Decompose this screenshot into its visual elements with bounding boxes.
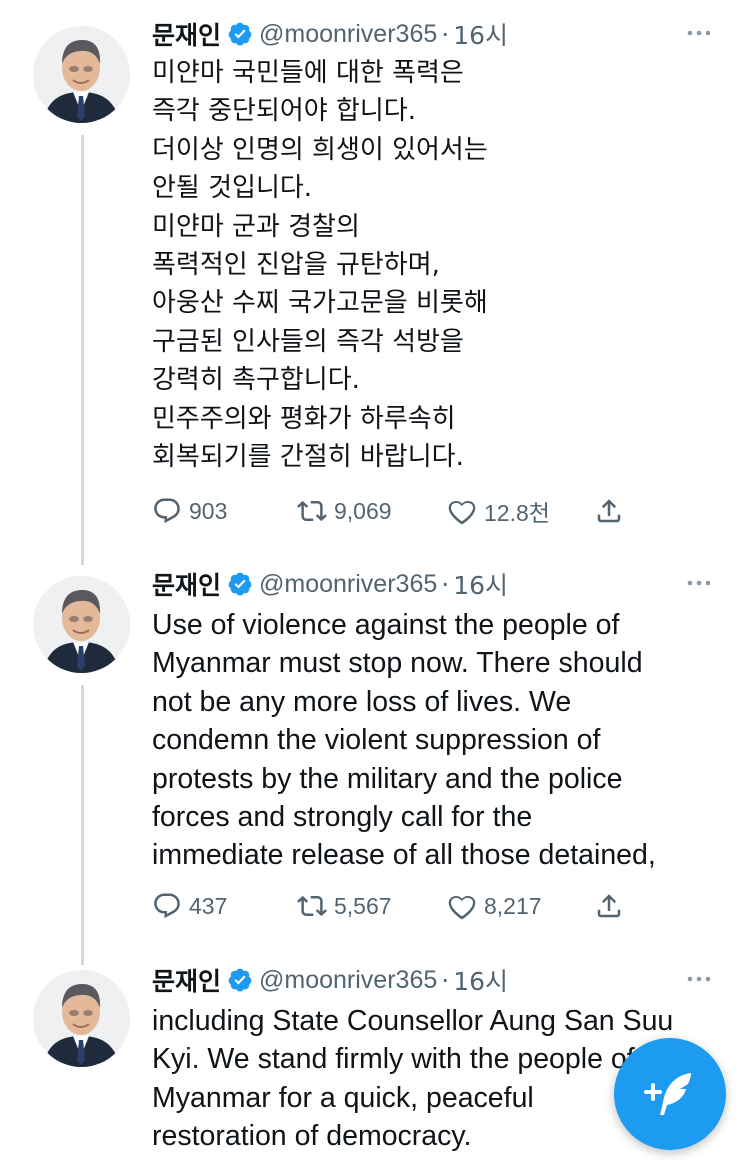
reply-icon (154, 893, 180, 919)
avatar[interactable] (33, 970, 130, 1067)
author-handle[interactable]: @moonriver365 (259, 570, 437, 599)
verified-badge-icon (228, 968, 252, 992)
tweet-actions: 903 9,069 12.8천 (152, 491, 632, 531)
more-options-icon[interactable] (684, 18, 714, 48)
separator-dot: · (441, 569, 450, 599)
compose-tweet-button[interactable] (614, 1038, 726, 1150)
separator-dot: · (441, 965, 450, 995)
tweet-text-line: Use of violence against the people of (152, 609, 620, 641)
tweet-text-line: Myanmar must stop now. There should (152, 647, 643, 680)
reply-count: 903 (189, 497, 228, 524)
tweet-text: including State Counsellor Aung San Suu … (152, 1002, 673, 1156)
tweet-header: 문재인 @moonriver365 · 16시 (152, 14, 508, 54)
tweet-text-line: 더이상 인명의 희생이 있어서는 (152, 134, 488, 165)
tweet-text-line: Kyi. We stand firmly with the people of (152, 1043, 635, 1076)
tweet-text-line: 폭력적인 진압을 규탄하며, (152, 250, 440, 281)
tweet-text-line: immediate release of all those detained, (152, 839, 656, 872)
avatar[interactable] (33, 26, 130, 123)
tweet[interactable]: 문재인 @moonriver365 · 16시 미얀마 국민들에 대한 폭력은 … (0, 14, 750, 534)
verified-badge-icon (228, 572, 252, 596)
tweet-text-line: 아웅산 수찌 국가고문을 비롯해 (152, 288, 488, 319)
tweet-text-line: 안될 것입니다. (152, 173, 313, 204)
heart-icon (448, 895, 476, 920)
share-icon (597, 894, 621, 918)
tweet-text: Use of violence against the people of My… (152, 606, 656, 875)
timestamp[interactable]: 16시 (453, 16, 508, 52)
tweet-text-line: 즉각 중단되어야 합니다. (152, 96, 416, 127)
like-button[interactable]: 12.8천 (447, 491, 550, 531)
tweet-text-line: restoration of democracy. (152, 1120, 472, 1153)
tweet-text-line: 강력히 촉구합니다. (152, 365, 360, 396)
retweet-count: 9,069 (334, 497, 392, 524)
timestamp[interactable]: 16시 (453, 962, 508, 998)
share-icon (597, 499, 621, 523)
author-name[interactable]: 문재인 (152, 566, 221, 602)
author-name[interactable]: 문재인 (152, 962, 221, 998)
tweet-text-line: 회복되기를 간절히 바랍니다. (152, 442, 464, 473)
tweet-header: 문재인 @moonriver365 · 16시 (152, 960, 508, 1000)
share-button[interactable] (594, 886, 624, 926)
tweet-header: 문재인 @moonriver365 · 16시 (152, 564, 508, 604)
separator-dot: · (441, 19, 450, 49)
tweet-text-line: including State Counsellor Aung San Suu (152, 1005, 674, 1037)
author-handle[interactable]: @moonriver365 (259, 20, 437, 49)
verified-badge-icon (228, 22, 252, 46)
more-options-icon[interactable] (684, 568, 714, 598)
like-count: 12.8천 (484, 500, 550, 526)
retweet-button[interactable]: 5,567 (297, 886, 392, 926)
reply-count: 437 (189, 892, 228, 919)
more-options-icon[interactable] (684, 964, 714, 994)
tweet-text-line: condemn the violent suppression of (152, 724, 601, 757)
tweet-text-line: not be any more loss of lives. We (152, 685, 572, 718)
like-count: 8,217 (484, 892, 542, 919)
retweet-button[interactable]: 9,069 (297, 491, 392, 531)
tweet-text-line: protests by the military and the police (152, 762, 623, 795)
tweet-text-line: 민주주의와 평화가 하루속히 (152, 403, 456, 434)
avatar[interactable] (33, 576, 130, 673)
tweet-text-line: forces and strongly call for the (152, 801, 533, 834)
reply-button[interactable]: 903 (152, 491, 227, 531)
tweet-text-line: 구금된 인사들의 즉각 석방을 (152, 326, 464, 357)
reply-icon (154, 498, 180, 524)
author-name[interactable]: 문재인 (152, 16, 221, 52)
timestamp[interactable]: 16시 (453, 566, 508, 602)
tweet[interactable]: 문재인 @moonriver365 · 16시 Use of violence … (0, 564, 750, 944)
like-button[interactable]: 8,217 (447, 886, 542, 926)
tweet-text-line: Myanmar for a quick, peaceful (152, 1081, 534, 1114)
retweet-icon (297, 895, 327, 917)
heart-icon (448, 500, 476, 525)
tweet-text-line: 미얀마 국민들에 대한 폭력은 (152, 58, 464, 88)
tweet-actions: 437 5,567 8,217 (152, 886, 632, 926)
author-handle[interactable]: @moonriver365 (259, 966, 437, 995)
reply-button[interactable]: 437 (152, 886, 227, 926)
retweet-icon (297, 500, 327, 522)
tweet-text-line: 미얀마 군과 경찰의 (152, 211, 360, 242)
share-button[interactable] (594, 491, 624, 531)
tweet-text: 미얀마 국민들에 대한 폭력은 즉각 중단되어야 합니다. 더이상 인명의 희생… (152, 54, 488, 476)
retweet-count: 5,567 (334, 892, 392, 919)
compose-tweet-icon (644, 1073, 691, 1115)
